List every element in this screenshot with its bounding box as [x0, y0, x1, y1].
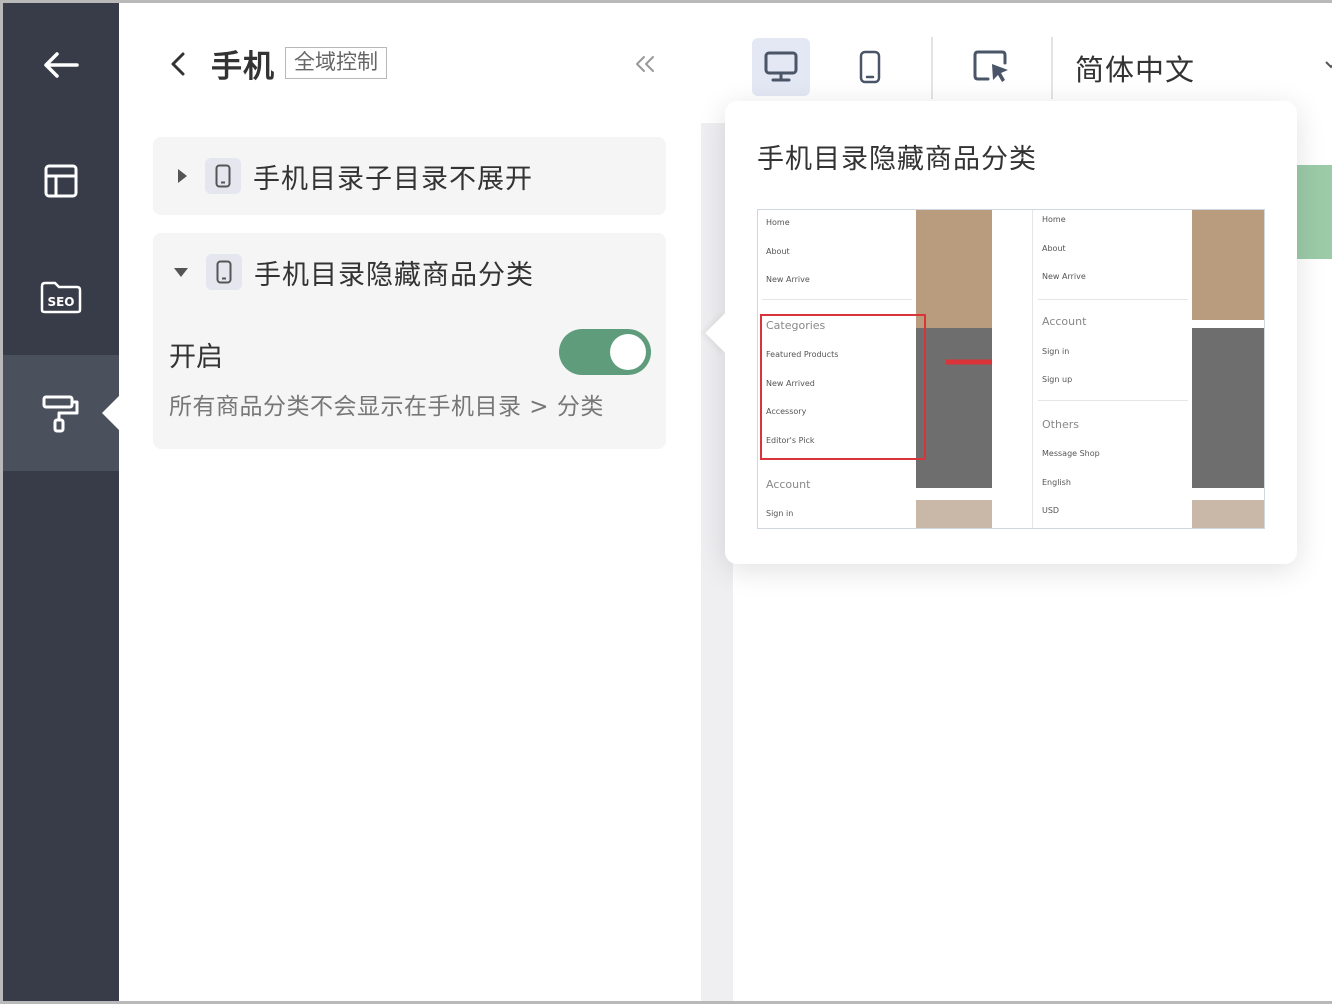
mock-menu-item: Sign in	[766, 509, 794, 518]
section-description: 所有商品分类不会显示在手机目录 > 分类	[169, 394, 604, 420]
mock-menu-item: About	[1042, 244, 1066, 253]
mock-divider	[762, 299, 912, 300]
toolbar-divider	[931, 37, 933, 99]
mock-divider	[1038, 299, 1188, 300]
chevron-left-icon	[171, 52, 185, 76]
mock-section-header: Categories	[766, 319, 826, 332]
panel-back-button[interactable]	[163, 47, 193, 81]
rail-back-button[interactable]	[3, 7, 119, 123]
seo-label: SEO	[47, 295, 74, 309]
cursor-select-icon	[973, 50, 1008, 82]
mock-menu-item: Sign up	[1042, 375, 1073, 384]
mobile-icon	[205, 158, 241, 194]
mock-menu-item: Home	[1042, 215, 1066, 224]
mock-gap	[992, 210, 1032, 528]
rail-seo-button[interactable]: SEO	[3, 239, 119, 355]
mock-photo	[1192, 328, 1264, 488]
section-label: 手机目录子目录不展开	[253, 163, 533, 195]
section-submenu-collapse: 手机目录子目录不展开	[153, 137, 666, 215]
settings-panel: 手机 全域控制 手机目录子目录不展开 手机目录隐藏商品分类 开启 所有商品分类不…	[119, 3, 701, 1001]
before-after-illustration: Home About New Arrive Categories Feature…	[757, 209, 1265, 529]
section-header[interactable]: 手机目录子目录不展开	[153, 137, 666, 215]
collapse-panel-button[interactable]	[629, 49, 661, 79]
mock-photo	[1192, 500, 1264, 528]
mock-menu-item: New Arrive	[766, 275, 810, 284]
mock-photo	[1192, 210, 1264, 320]
preview-green-block	[1297, 165, 1332, 259]
mock-menu-item: Accessory	[766, 407, 807, 416]
mock-menu-item: Home	[766, 218, 790, 227]
rail-layout-button[interactable]	[3, 123, 119, 239]
mock-section-header: Account	[1042, 315, 1087, 328]
mock-menu-item: About	[766, 247, 790, 256]
rail-theme-button[interactable]	[3, 355, 120, 471]
mock-menu-item: Message Shop	[1042, 449, 1100, 458]
scope-tag: 全域控制	[285, 47, 387, 79]
mock-divider	[1032, 210, 1033, 528]
mock-menu-item: Editor's Pick	[766, 436, 815, 445]
toggle-label: 开启	[169, 342, 223, 373]
left-rail: SEO	[3, 3, 120, 1001]
seo-folder-icon: SEO	[40, 281, 82, 314]
double-chevron-left-icon	[636, 56, 654, 72]
mobile-icon	[206, 254, 242, 290]
paint-roller-icon	[42, 395, 79, 433]
app-window: SEO 手机 全域控制 手机目录子目录不展开 手机目录隐藏商品分类 开启 所有商…	[0, 0, 1332, 1004]
mock-menu-item: Sign in	[1042, 347, 1070, 356]
arrow-left-icon	[44, 52, 79, 78]
toolbar-divider	[1051, 37, 1053, 99]
triangle-down-icon	[174, 267, 188, 277]
mock-menu-item: USD	[1042, 506, 1060, 515]
layout-icon	[44, 164, 78, 198]
select-element-button[interactable]	[963, 38, 1021, 96]
popover-title: 手机目录隐藏商品分类	[757, 144, 1037, 175]
section-header[interactable]: 手机目录隐藏商品分类	[153, 233, 666, 311]
mock-section-header: Others	[1042, 418, 1079, 431]
mock-photo	[916, 210, 992, 328]
panel-header: 手机 全域控制	[119, 3, 701, 123]
mock-menu-item: New Arrived	[766, 379, 815, 388]
desktop-view-button[interactable]	[752, 38, 810, 96]
section-hide-categories: 手机目录隐藏商品分类 开启 所有商品分类不会显示在手机目录 > 分类	[153, 233, 666, 449]
mock-menu-item: Featured Products	[766, 350, 839, 359]
language-select[interactable]: 简体中文	[1075, 47, 1195, 89]
mock-menu-item: English	[1042, 478, 1071, 487]
mobile-phone-icon	[859, 50, 881, 84]
desktop-icon	[764, 51, 798, 82]
mock-photo	[916, 500, 992, 528]
setting-preview-popover: 手机目录隐藏商品分类 Home About New Arrive Categor…	[705, 101, 1297, 564]
page-title: 手机	[211, 49, 275, 85]
mock-section-header: Account	[766, 478, 811, 491]
chevron-down-icon	[1325, 61, 1332, 69]
triangle-right-icon	[178, 169, 187, 183]
section-label: 手机目录隐藏商品分类	[254, 259, 534, 291]
mock-divider	[1038, 400, 1188, 401]
enable-toggle[interactable]	[559, 329, 651, 375]
mobile-view-button[interactable]	[841, 38, 899, 96]
mock-menu-item: New Arrive	[1042, 272, 1086, 281]
toggle-knob	[610, 334, 646, 370]
active-indicator	[102, 395, 120, 431]
